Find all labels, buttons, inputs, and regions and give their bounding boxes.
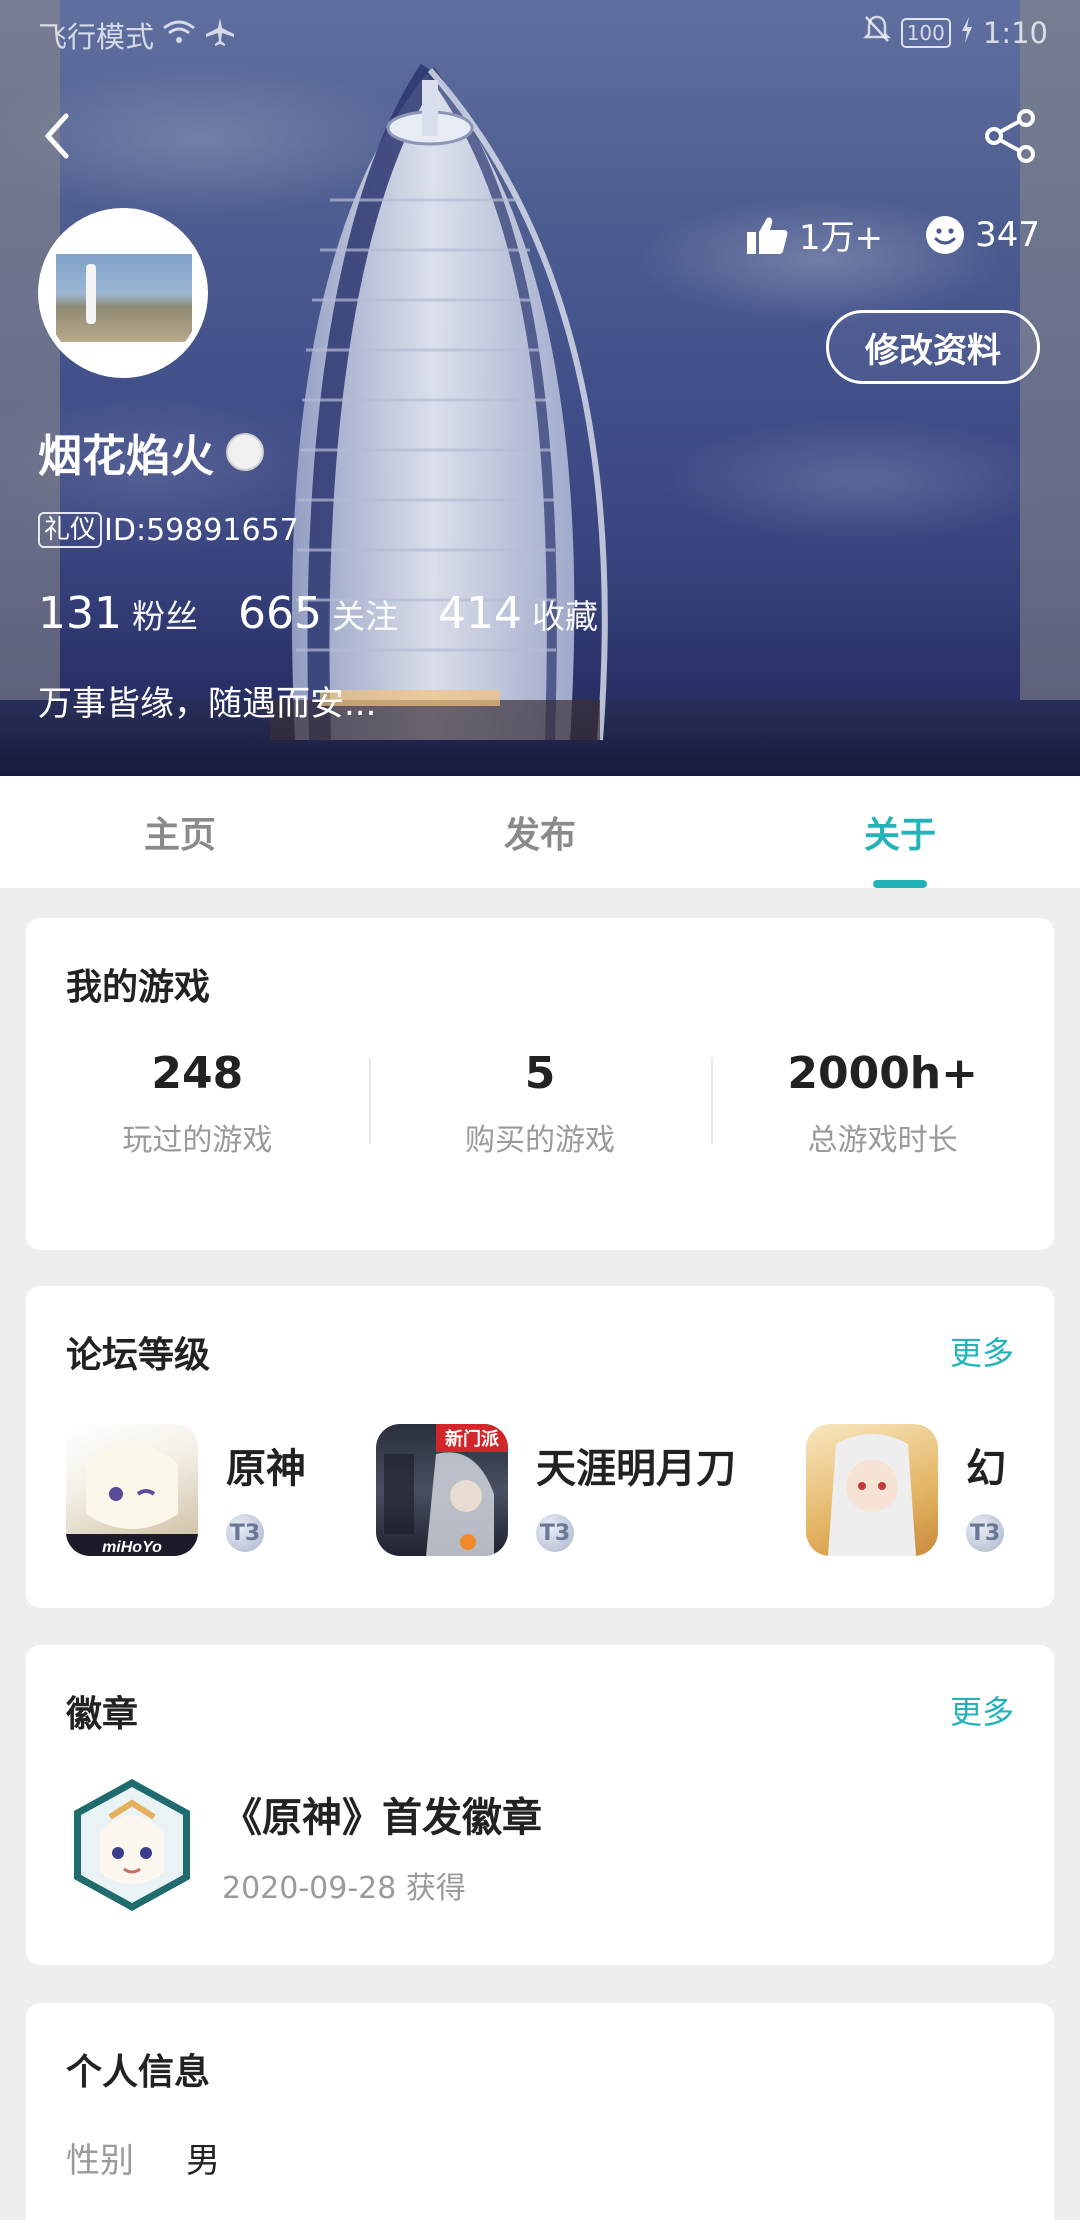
reaction-stats: 1万+ 347 bbox=[745, 210, 1040, 259]
tianya-icon: 新门派 bbox=[376, 1424, 508, 1556]
purchased-games-stat[interactable]: 5 购买的游戏 bbox=[368, 1038, 712, 1168]
forum-item-name: 幻 bbox=[966, 1446, 1006, 1492]
airplane-mode-text: 飞行模式 bbox=[38, 20, 155, 54]
forum-level-card: 论坛等级 更多 miHoYo 原神 T3 新门派 天涯明月刀 T3 幻 T3 bbox=[26, 1286, 1054, 1608]
username: 烟花焰火 bbox=[38, 431, 214, 482]
forum-level-title: 论坛等级 bbox=[66, 1335, 211, 1376]
gender-value: 男 bbox=[186, 2141, 220, 2181]
fans-label[interactable]: 粉丝 bbox=[132, 590, 198, 638]
edit-profile-button[interactable]: 修改资料 bbox=[826, 310, 1040, 384]
badge-date: 2020-09-28 获得 bbox=[222, 1871, 466, 1906]
playtime-value: 2000h+ bbox=[787, 1047, 978, 1099]
forum-item-name: 原神 bbox=[226, 1446, 306, 1492]
genshin-launch-badge-icon[interactable] bbox=[70, 1777, 194, 1913]
favorites-label[interactable]: 收藏 bbox=[532, 590, 598, 638]
gender-row: 性别 男 bbox=[66, 2133, 220, 2182]
tower-illustration bbox=[270, 63, 608, 741]
playtime-stat[interactable]: 2000h+ 总游戏时长 bbox=[711, 1038, 1054, 1168]
my-games-card: 我的游戏 248 玩过的游戏 5 购买的游戏 2000h+ 总游戏时长 bbox=[26, 918, 1054, 1250]
bio-text: 万事皆缘，随遇而安... bbox=[38, 684, 377, 724]
badges-card: 徽章 更多 《原神》首发徽章 2020-09-28 获得 bbox=[26, 1645, 1054, 1965]
smile-icon bbox=[926, 215, 965, 254]
favorites-count[interactable]: 414 bbox=[438, 588, 522, 639]
forum-level-list: miHoYo 原神 T3 新门派 天涯明月刀 T3 幻 T3 bbox=[66, 1424, 1054, 1556]
clock: 1:10 bbox=[982, 15, 1048, 50]
airplane-icon bbox=[204, 17, 236, 54]
games-stats: 248 玩过的游戏 5 购买的游戏 2000h+ 总游戏时长 bbox=[26, 1038, 1054, 1168]
svg-text:miHoYo: miHoYo bbox=[102, 1539, 162, 1556]
share-button[interactable] bbox=[982, 108, 1038, 164]
forum-item-tianya[interactable]: 新门派 天涯明月刀 T3 bbox=[376, 1424, 736, 1556]
game-icon bbox=[806, 1424, 938, 1556]
playtime-label: 总游戏时长 bbox=[807, 1122, 958, 1158]
svg-text:新门派: 新门派 bbox=[445, 1428, 500, 1450]
personal-info-card: 个人信息 性别 男 bbox=[26, 2003, 1054, 2220]
username-row: 烟花焰火 bbox=[38, 420, 264, 484]
badge-name: 《原神》首发徽章 bbox=[222, 1795, 542, 1841]
purchased-games-count: 5 bbox=[524, 1047, 556, 1099]
thumbs-up-icon bbox=[746, 216, 788, 254]
charging-icon bbox=[961, 16, 973, 50]
level-badge-icon: T3 bbox=[966, 1514, 1004, 1552]
level-badge-icon: T3 bbox=[536, 1514, 574, 1552]
status-bar: 飞行模式 100 1:10 bbox=[0, 0, 1080, 64]
smiles-stat[interactable]: 347 bbox=[925, 215, 1040, 255]
profile-screen: 飞行模式 100 1:10 1万+ 347 修改资料 烟花焰火 礼仪 ID:59… bbox=[0, 0, 1080, 2220]
profile-tabs: 主页 发布 关于 bbox=[0, 776, 1080, 888]
badges-more-link[interactable]: 更多 bbox=[950, 1687, 1014, 1733]
my-games-title: 我的游戏 bbox=[66, 967, 211, 1008]
share-icon bbox=[985, 109, 1035, 163]
played-games-label: 玩过的游戏 bbox=[122, 1122, 273, 1158]
tab-home[interactable]: 主页 bbox=[0, 776, 360, 888]
user-id: ID:59891657 bbox=[104, 512, 299, 548]
level-badge-icon: T3 bbox=[226, 1514, 264, 1552]
profile-header: 飞行模式 100 1:10 1万+ 347 修改资料 烟花焰火 礼仪 ID:59… bbox=[0, 0, 1080, 776]
forum-item-genshin[interactable]: miHoYo 原神 T3 bbox=[66, 1424, 306, 1556]
played-games-stat[interactable]: 248 玩过的游戏 bbox=[26, 1038, 369, 1168]
fans-count[interactable]: 131 bbox=[38, 588, 122, 639]
back-button[interactable] bbox=[38, 110, 82, 162]
etiquette-tag: 礼仪 bbox=[38, 512, 103, 548]
played-games-count: 248 bbox=[151, 1047, 244, 1099]
likes-count: 1万+ bbox=[798, 218, 884, 258]
forum-level-more-link[interactable]: 更多 bbox=[950, 1328, 1014, 1374]
smiles-count: 347 bbox=[975, 214, 1040, 255]
likes-stat[interactable]: 1万+ bbox=[745, 210, 883, 259]
following-label[interactable]: 关注 bbox=[332, 590, 398, 638]
genshin-icon: miHoYo bbox=[66, 1424, 198, 1556]
back-arrow-icon bbox=[45, 113, 69, 159]
tab-about[interactable]: 关于 bbox=[720, 776, 1080, 888]
forum-item-third[interactable]: 幻 T3 bbox=[806, 1424, 1006, 1556]
gender-label: 性别 bbox=[66, 2141, 134, 2181]
personal-info-title: 个人信息 bbox=[66, 2052, 211, 2093]
badges-title: 徽章 bbox=[66, 1694, 139, 1735]
avatar[interactable] bbox=[38, 208, 208, 378]
following-count[interactable]: 665 bbox=[238, 588, 322, 639]
mute-bell-icon bbox=[862, 14, 891, 51]
battery-indicator: 100 bbox=[900, 17, 951, 48]
id-line: 礼仪 ID:59891657 bbox=[38, 512, 299, 548]
user-level-icon bbox=[226, 433, 264, 471]
purchased-games-label: 购买的游戏 bbox=[465, 1122, 615, 1158]
wifi-icon bbox=[162, 18, 196, 52]
follow-stats: 131 粉丝 665 关注 414 收藏 bbox=[38, 588, 638, 639]
tab-posts[interactable]: 发布 bbox=[360, 776, 720, 888]
forum-item-name: 天涯明月刀 bbox=[536, 1446, 736, 1492]
